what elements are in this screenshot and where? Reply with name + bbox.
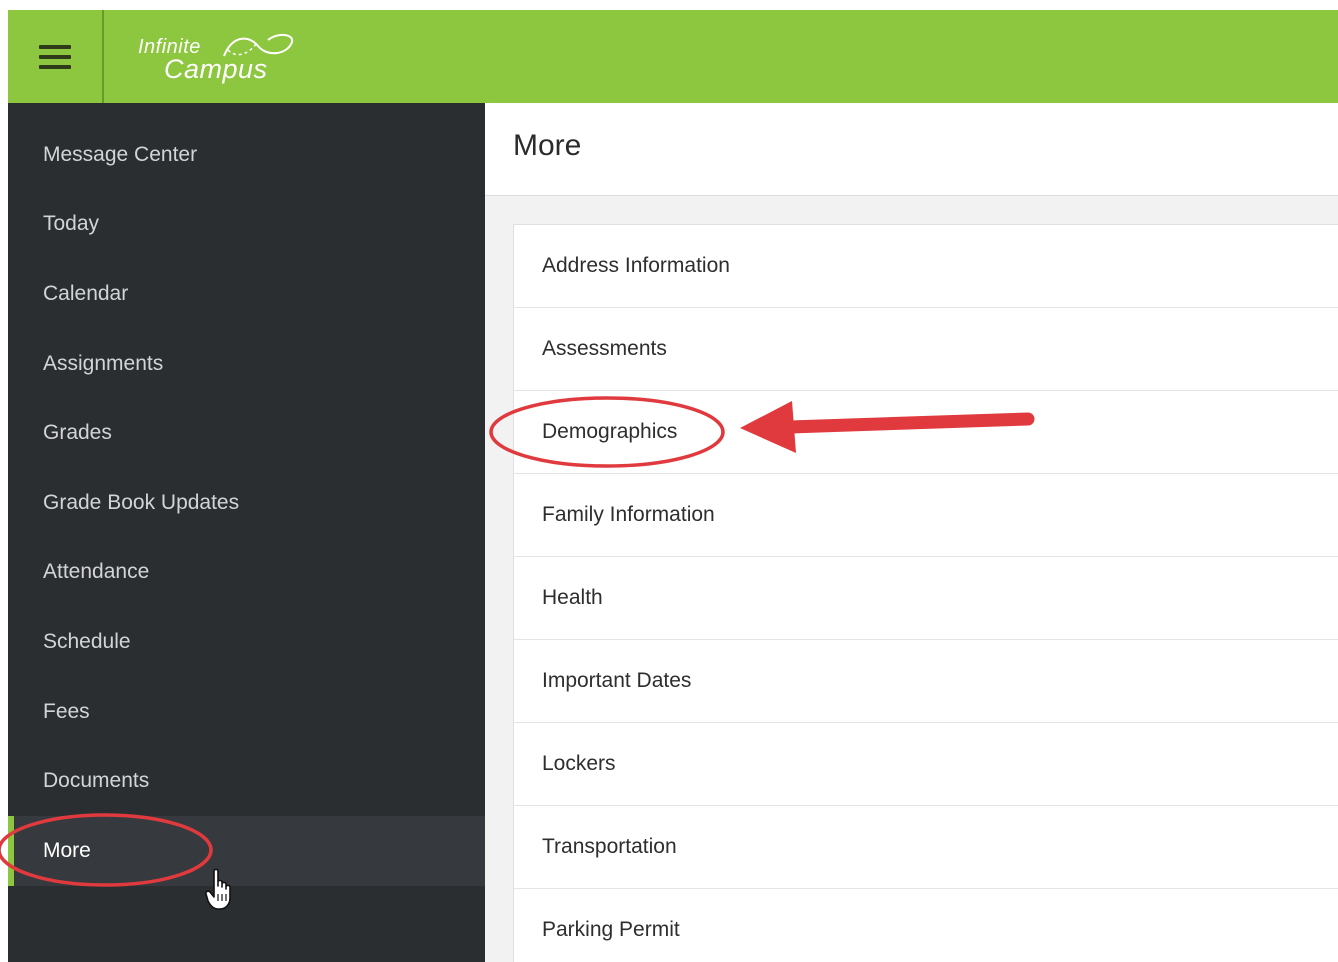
- more-options-list: Address Information Assessments Demograp…: [513, 224, 1338, 962]
- list-item-label: Assessments: [542, 337, 667, 360]
- list-item-transportation[interactable]: Transportation: [514, 806, 1338, 889]
- list-item-family-information[interactable]: Family Information: [514, 474, 1338, 557]
- hamburger-menu-icon: [39, 44, 71, 69]
- sidebar-item-message-center[interactable]: Message Center: [8, 120, 485, 190]
- list-item-health[interactable]: Health: [514, 557, 1338, 640]
- sidebar-item-label: Assignments: [43, 352, 164, 375]
- sidebar-item-label: Attendance: [43, 560, 150, 583]
- sidebar-item-schedule[interactable]: Schedule: [8, 607, 485, 677]
- list-item-lockers[interactable]: Lockers: [514, 723, 1338, 806]
- list-item-label: Family Information: [542, 503, 715, 526]
- sidebar-item-label: Schedule: [43, 630, 131, 653]
- sidebar-item-label: Today: [43, 212, 100, 235]
- sidebar-item-label: Message Center: [43, 143, 198, 166]
- sidebar-item-calendar[interactable]: Calendar: [8, 259, 485, 329]
- sidebar-item-more[interactable]: More: [8, 816, 485, 886]
- list-item-address-information[interactable]: Address Information: [514, 225, 1338, 308]
- list-item-label: Parking Permit: [542, 918, 680, 941]
- sidebar-item-grades[interactable]: Grades: [8, 398, 485, 468]
- list-item-important-dates[interactable]: Important Dates: [514, 640, 1338, 723]
- list-item-assessments[interactable]: Assessments: [514, 308, 1338, 391]
- sidebar-item-attendance[interactable]: Attendance: [8, 537, 485, 607]
- hand-pointer-cursor-icon: [205, 868, 231, 910]
- sidebar-item-label: More: [43, 839, 91, 862]
- infinite-campus-logo[interactable]: Infinite Campus: [136, 24, 306, 88]
- page-title: More: [513, 129, 582, 162]
- list-item-demographics[interactable]: Demographics: [514, 391, 1338, 474]
- sidebar-item-label: Documents: [43, 769, 150, 792]
- list-item-label: Address Information: [542, 254, 730, 277]
- sidebar-item-label: Fees: [43, 700, 90, 723]
- sidebar-item-assignments[interactable]: Assignments: [8, 329, 485, 399]
- hamburger-menu-button[interactable]: [8, 10, 104, 103]
- list-item-label: Transportation: [542, 835, 677, 858]
- main-content: More Address Information Assessments Dem…: [485, 103, 1338, 962]
- top-header-bar: Infinite Campus: [8, 10, 1338, 103]
- sidebar-item-today[interactable]: Today: [8, 189, 485, 259]
- list-item-label: Important Dates: [542, 669, 692, 692]
- sidebar-item-label: Grades: [43, 421, 112, 444]
- sidebar-item-documents[interactable]: Documents: [8, 746, 485, 816]
- sidebar-nav: Message Center Today Calendar Assignment…: [8, 103, 485, 962]
- list-item-label: Lockers: [542, 752, 616, 775]
- list-item-label: Health: [542, 586, 603, 609]
- page-header: More: [485, 103, 1338, 196]
- app-window: Infinite Campus Message Center Today Cal…: [8, 10, 1338, 962]
- infinity-swoosh-icon: [223, 34, 294, 57]
- sidebar-item-fees[interactable]: Fees: [8, 677, 485, 747]
- list-item-parking-permit[interactable]: Parking Permit: [514, 889, 1338, 962]
- sidebar-item-label: Calendar: [43, 282, 129, 305]
- sidebar-item-grade-book-updates[interactable]: Grade Book Updates: [8, 468, 485, 538]
- list-item-label: Demographics: [542, 420, 678, 443]
- sidebar-item-label: Grade Book Updates: [43, 491, 240, 514]
